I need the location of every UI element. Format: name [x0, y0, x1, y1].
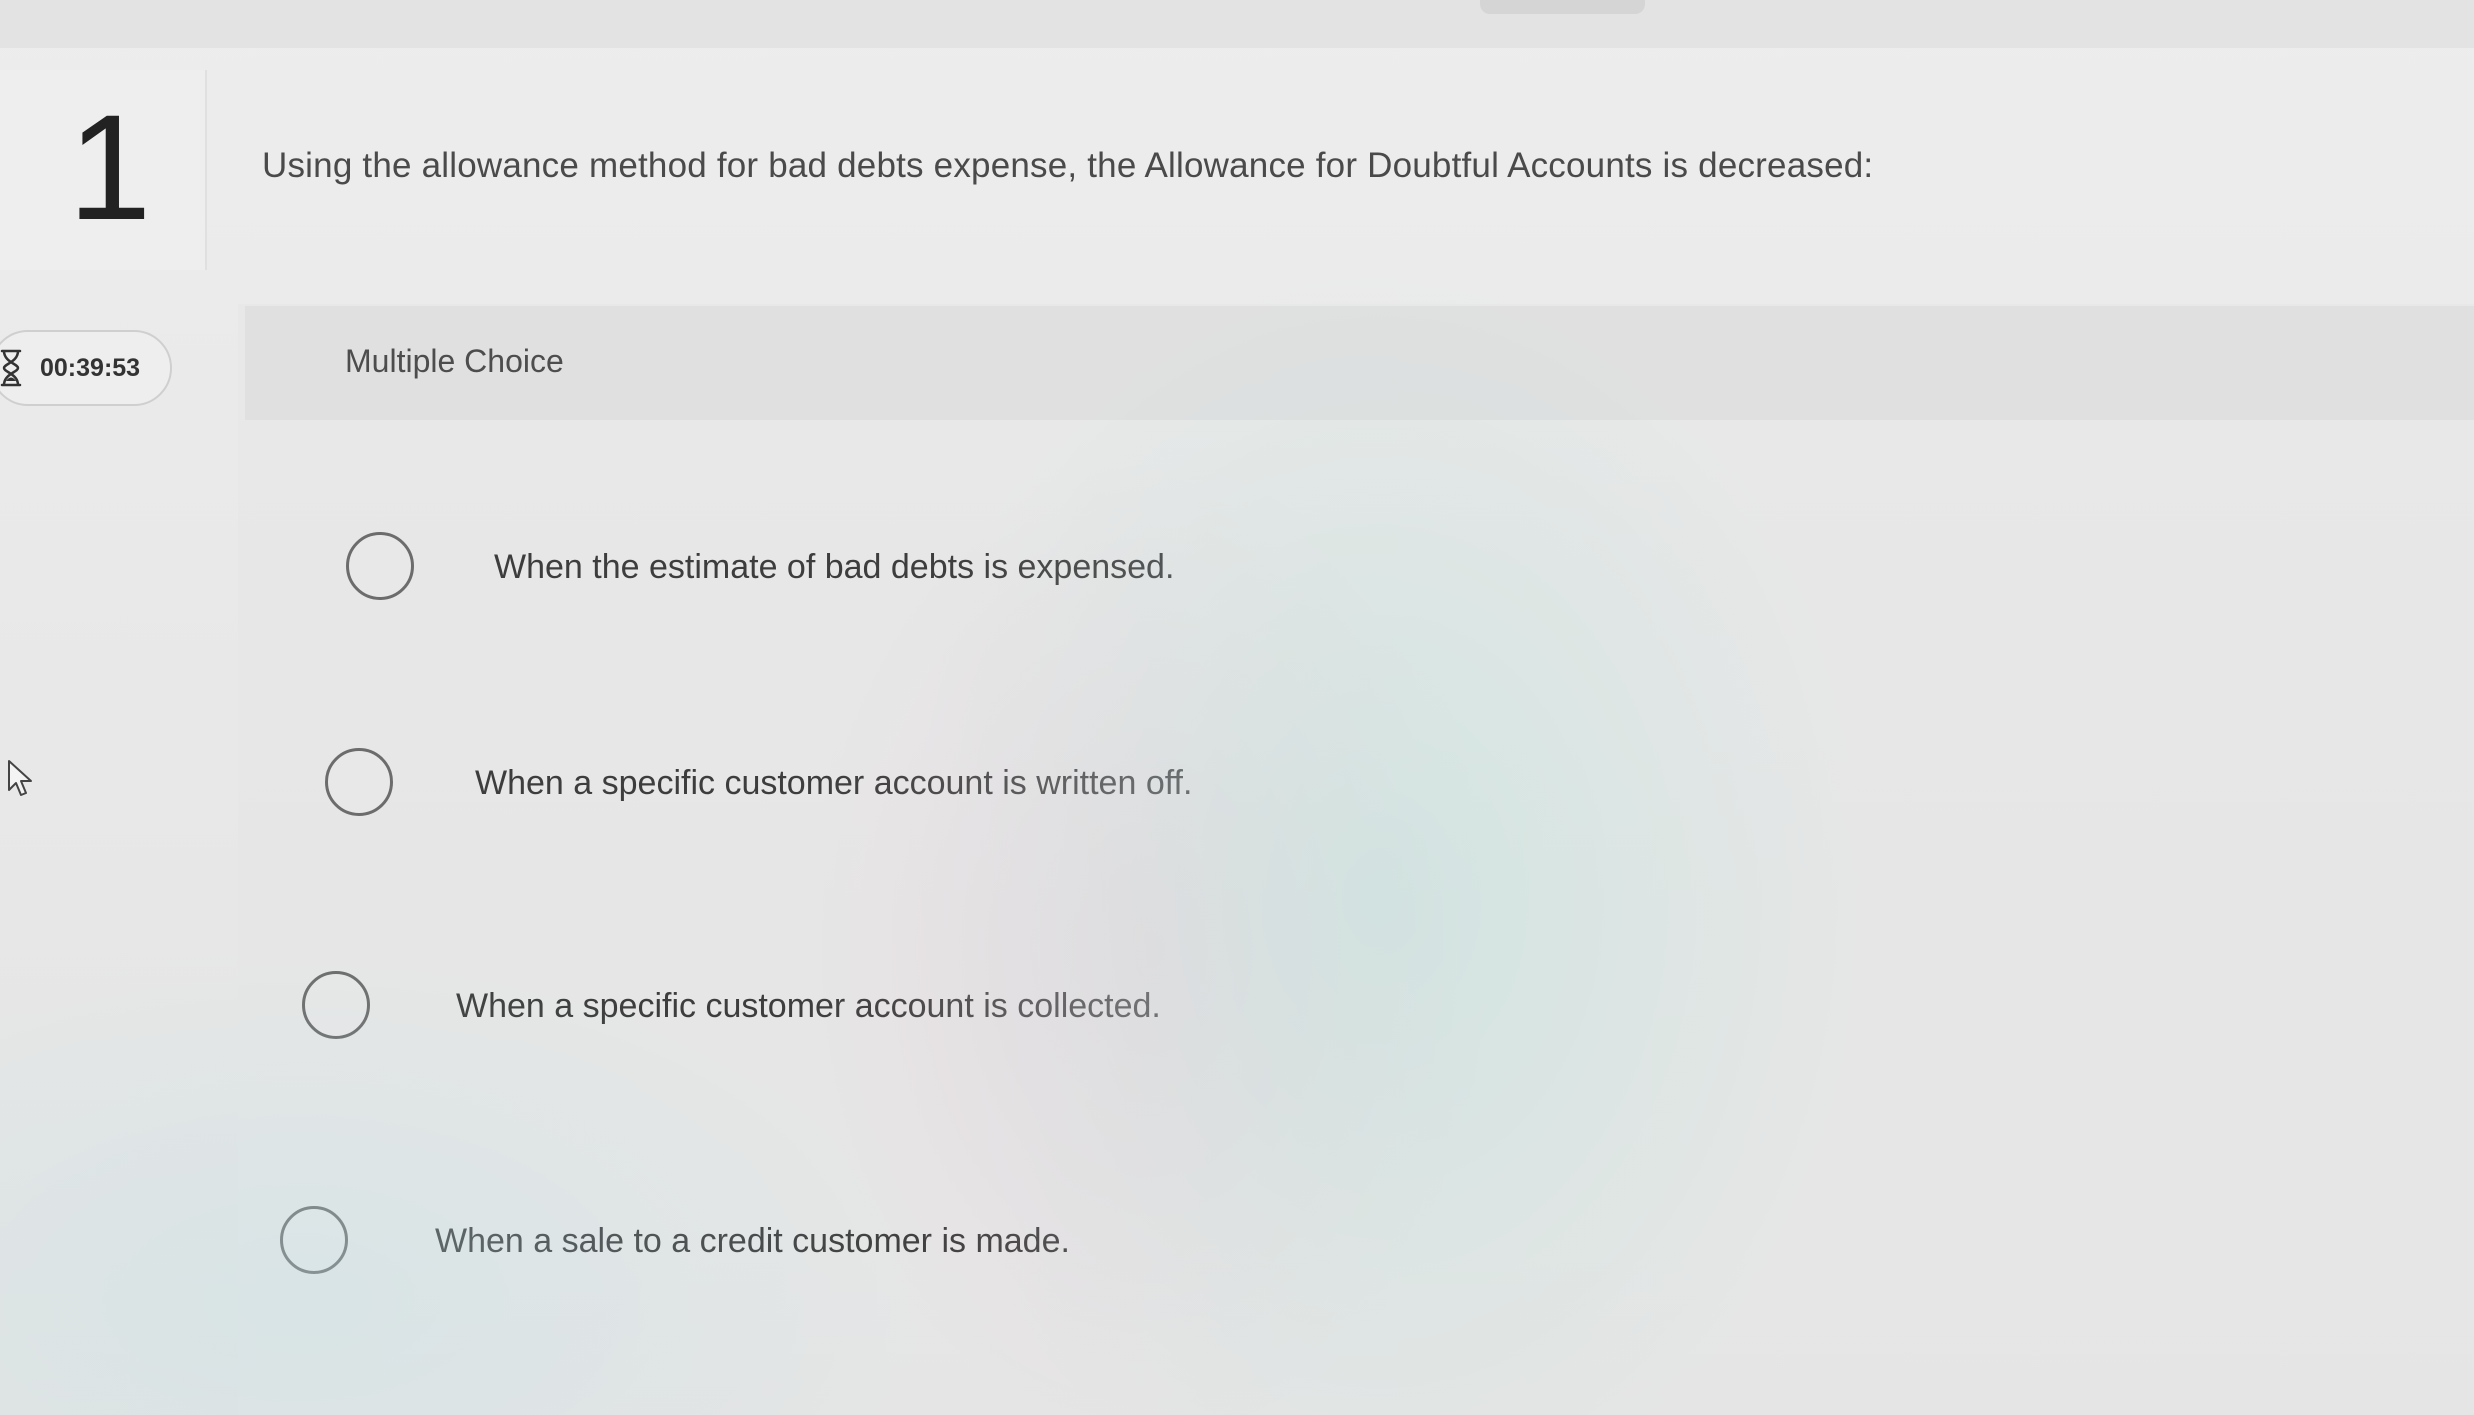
timer[interactable]: 00:39:53	[0, 330, 172, 406]
answer-option-label[interactable]: When a sale to a credit customer is made…	[435, 1222, 1070, 1261]
answer-panel-header	[245, 306, 2474, 420]
answer-option-label[interactable]: When a specific customer account is coll…	[456, 987, 1161, 1026]
radio-button[interactable]	[280, 1206, 348, 1274]
question-text: Using the allowance method for bad debts…	[262, 146, 1874, 185]
mouse-pointer-icon	[8, 760, 32, 796]
radio-button[interactable]	[302, 971, 370, 1039]
top-bar	[0, 0, 2474, 48]
hourglass-icon	[0, 349, 22, 387]
top-bar-tab	[1480, 0, 1645, 14]
question-type-label: Multiple Choice	[345, 343, 564, 379]
timer-value: 00:39:53	[40, 354, 141, 382]
radio-button[interactable]	[346, 532, 414, 600]
question-number: 1	[68, 83, 152, 251]
answer-option-label[interactable]: When a specific customer account is writ…	[475, 764, 1192, 803]
radio-button[interactable]	[325, 748, 393, 816]
page: 1 Using the allowance method for bad deb…	[0, 0, 2474, 1415]
answer-option-label[interactable]: When the estimate of bad debts is expens…	[494, 548, 1174, 587]
